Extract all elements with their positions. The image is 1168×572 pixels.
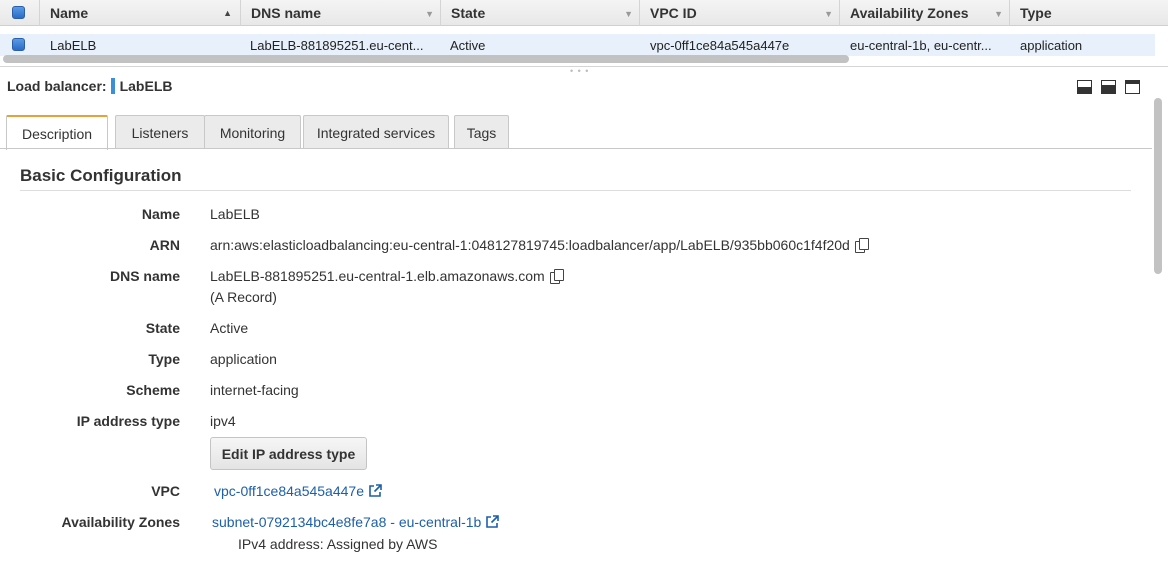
subnet-link[interactable]: subnet-0792134bc4e8fe7a8 - eu-central-1b	[212, 514, 481, 530]
vertical-scrollbar[interactable]	[1154, 98, 1162, 274]
column-header-az[interactable]: Availability Zones ▼	[840, 0, 1010, 26]
layout-full-icon[interactable]	[1125, 80, 1140, 94]
row-checkbox[interactable]	[12, 38, 25, 51]
external-link-icon[interactable]	[485, 515, 500, 529]
column-label: Type	[1020, 5, 1052, 21]
resize-grip-icon[interactable]: • • •	[570, 67, 589, 76]
chevron-down-icon[interactable]: ▼	[425, 1, 434, 27]
vpc-link[interactable]: vpc-0ff1ce84a545a447e	[214, 483, 364, 499]
chevron-down-icon[interactable]: ▼	[624, 1, 633, 27]
column-header-state[interactable]: State ▼	[441, 0, 640, 26]
field-label-vpc: VPC	[151, 483, 180, 499]
edit-ip-address-type-button[interactable]: Edit IP address type	[210, 437, 367, 470]
field-value-type: application	[210, 351, 277, 367]
tab-integrated-services[interactable]: Integrated services	[303, 115, 449, 149]
cell-name: LabELB	[50, 38, 97, 53]
column-label: VPC ID	[650, 5, 697, 21]
title-marker	[110, 78, 115, 94]
field-value-arn: arn:aws:elasticloadbalancing:eu-central-…	[210, 237, 850, 253]
field-label-type: Type	[148, 351, 180, 367]
tab-tags[interactable]: Tags	[454, 115, 509, 149]
external-link-icon[interactable]	[368, 484, 382, 498]
column-label: Name	[50, 5, 89, 21]
column-header-name[interactable]: Name ▲	[40, 0, 241, 26]
panel-title: Load balancer: LabELB	[7, 78, 172, 94]
section-title: Basic Configuration	[20, 166, 182, 185]
tab-monitoring[interactable]: Monitoring	[204, 115, 301, 149]
tab-underline	[0, 148, 1152, 149]
horizontal-scrollbar[interactable]	[3, 55, 849, 63]
field-value-name: LabELB	[210, 206, 260, 222]
field-value-arn-row: arn:aws:elasticloadbalancing:eu-central-…	[210, 237, 869, 253]
tab-description[interactable]: Description	[6, 115, 108, 150]
load-balancer-console: Name ▲ DNS name ▼ State ▼ VPC ID ▼ Avail…	[0, 0, 1168, 572]
cell-state: Active	[450, 38, 486, 53]
column-label: DNS name	[251, 5, 322, 21]
field-label-state: State	[145, 320, 180, 336]
cell-az: eu-central-1b, eu-centr...	[850, 38, 992, 53]
sort-ascending-icon[interactable]: ▲	[223, 0, 232, 26]
column-label: Availability Zones	[850, 5, 969, 21]
table-row[interactable]: LabELB LabELB-881895251.eu-cent... Activ…	[0, 34, 1155, 56]
panel-title-label: Load balancer:	[7, 78, 107, 94]
layout-split-icon[interactable]	[1101, 80, 1116, 94]
chevron-down-icon[interactable]: ▼	[824, 1, 833, 27]
field-label-arn: ARN	[149, 237, 180, 253]
cell-vpc: vpc-0ff1ce84a545a447e	[650, 38, 790, 53]
column-label: State	[451, 5, 486, 21]
field-value-vpc-row: vpc-0ff1ce84a545a447e	[214, 483, 382, 499]
panel-title-value: LabELB	[119, 78, 173, 94]
tab-listeners[interactable]: Listeners	[115, 115, 205, 149]
field-note-az: IPv4 address: Assigned by AWS	[238, 536, 438, 552]
field-value-ip-type: ipv4	[210, 413, 236, 429]
column-header-dns[interactable]: DNS name ▼	[241, 0, 441, 26]
field-value-state: Active	[210, 320, 249, 336]
field-value-scheme: internet-facing	[210, 382, 299, 398]
copy-icon[interactable]	[549, 269, 564, 284]
field-label-scheme: Scheme	[126, 382, 180, 398]
chevron-down-icon[interactable]: ▼	[994, 1, 1003, 27]
field-label-az: Availability Zones	[61, 514, 180, 530]
field-label-ip-type: IP address type	[76, 413, 180, 429]
table-header: Name ▲ DNS name ▼ State ▼ VPC ID ▼ Avail…	[0, 0, 1168, 26]
column-header-vpc[interactable]: VPC ID ▼	[640, 0, 840, 26]
cell-dns: LabELB-881895251.eu-cent...	[250, 38, 424, 53]
field-value-dns: LabELB-881895251.eu-central-1.elb.amazon…	[210, 268, 545, 284]
column-header-type[interactable]: Type	[1010, 0, 1168, 26]
field-value-az-row: subnet-0792134bc4e8fe7a8 - eu-central-1b	[212, 514, 500, 530]
header-select-all[interactable]	[0, 0, 40, 26]
layout-bottom-icon[interactable]	[1077, 80, 1092, 94]
field-value-dns-row: LabELB-881895251.eu-central-1.elb.amazon…	[210, 268, 564, 284]
cell-type: application	[1020, 38, 1083, 53]
field-label-name: Name	[141, 206, 180, 222]
copy-icon[interactable]	[854, 238, 869, 253]
field-label-dns: DNS name	[109, 268, 180, 284]
select-all-checkbox[interactable]	[12, 6, 25, 19]
field-note-dns: (A Record)	[210, 289, 277, 305]
section-divider	[20, 190, 1131, 191]
